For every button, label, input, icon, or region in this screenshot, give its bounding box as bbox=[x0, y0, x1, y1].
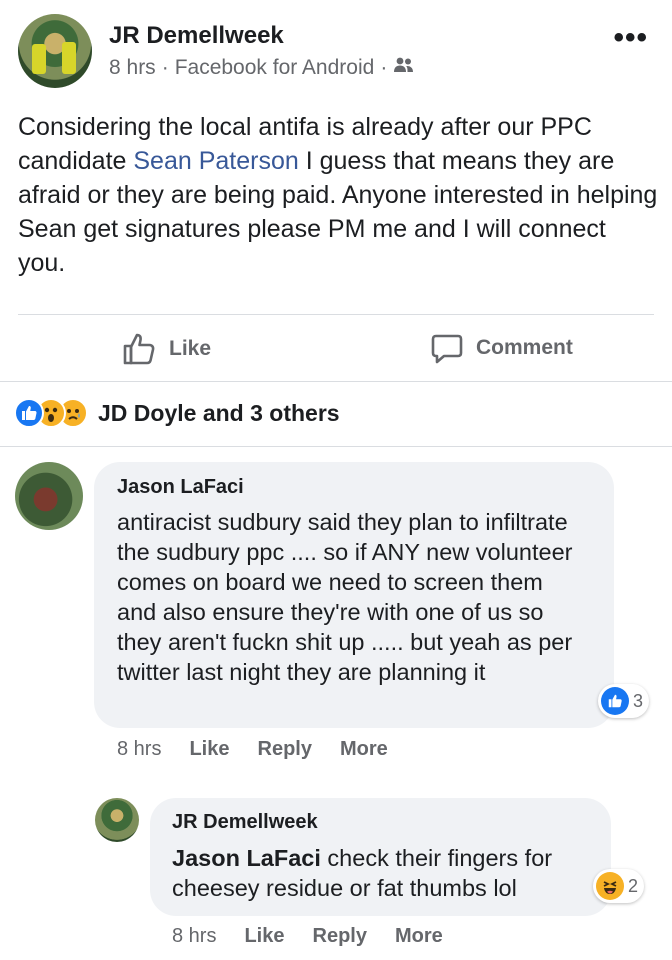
divider bbox=[0, 381, 672, 382]
comment-icon bbox=[431, 334, 463, 364]
avatar-figure bbox=[62, 42, 76, 74]
reply-reply-button[interactable]: Reply bbox=[313, 925, 367, 948]
comment-button[interactable]: Comment bbox=[430, 331, 573, 365]
comment-text: antiracist sudbury said they plan to inf… bbox=[117, 509, 573, 685]
reply-reaction-count[interactable]: 2 bbox=[593, 869, 645, 903]
reply-time: 8 hrs bbox=[172, 925, 217, 947]
comment-author-name[interactable]: Jason LaFaci bbox=[117, 476, 244, 499]
reply-mention-link[interactable]: Jason LaFaci bbox=[172, 845, 321, 871]
reply-text: Jason LaFaci check their fingers for che… bbox=[172, 843, 592, 903]
divider bbox=[0, 446, 672, 447]
post-body: Considering the local antifa is already … bbox=[18, 110, 658, 280]
reactions-summary[interactable]: JD Doyle and 3 others bbox=[14, 395, 340, 431]
thumbs-up-icon bbox=[123, 333, 155, 365]
comment-like-button[interactable]: Like bbox=[189, 738, 229, 761]
comment-reply-button[interactable]: Reply bbox=[258, 738, 312, 761]
post-author-name[interactable]: JR Demellweek bbox=[109, 22, 284, 50]
reply-author-name[interactable]: JR Demellweek bbox=[172, 811, 318, 834]
comment-actions: 8 hrs Like Reply More bbox=[117, 738, 388, 761]
post-mention-link[interactable]: Sean Paterson bbox=[133, 147, 298, 175]
reaction-count: 3 bbox=[633, 690, 644, 711]
meta-separator: · bbox=[161, 56, 169, 79]
like-label: Like bbox=[169, 337, 212, 360]
reply-more-button[interactable]: More bbox=[395, 925, 443, 948]
comment-more-button[interactable]: More bbox=[340, 738, 388, 761]
haha-icon bbox=[596, 872, 624, 900]
comment-time: 8 hrs bbox=[117, 738, 162, 760]
avatar-figure bbox=[32, 44, 46, 74]
friends-audience-icon bbox=[393, 56, 415, 80]
comment-label: Comment bbox=[476, 336, 573, 359]
reaction-count: 2 bbox=[628, 875, 639, 896]
more-options-icon[interactable]: ••• bbox=[613, 23, 648, 53]
like-icon bbox=[601, 687, 629, 715]
comment-reaction-count[interactable]: 3 bbox=[598, 684, 650, 718]
meta-separator: · bbox=[380, 56, 388, 79]
comment-avatar[interactable] bbox=[15, 462, 83, 530]
reply-like-button[interactable]: Like bbox=[244, 925, 284, 948]
post-source: Facebook for Android bbox=[174, 56, 375, 79]
post-meta: 8 hrs · Facebook for Android · bbox=[109, 56, 415, 80]
reply-actions: 8 hrs Like Reply More bbox=[172, 925, 443, 948]
reactions-summary-text: JD Doyle and 3 others bbox=[98, 399, 340, 426]
like-reaction-icon bbox=[14, 398, 44, 428]
post-time[interactable]: 8 hrs bbox=[109, 56, 156, 80]
author-avatar[interactable] bbox=[18, 14, 92, 88]
post-actions-bar: Like Comment bbox=[0, 315, 672, 381]
post-header: JR Demellweek 8 hrs · Facebook for Andro… bbox=[0, 0, 672, 100]
reply-avatar[interactable] bbox=[95, 798, 139, 842]
like-button[interactable]: Like bbox=[121, 331, 211, 367]
